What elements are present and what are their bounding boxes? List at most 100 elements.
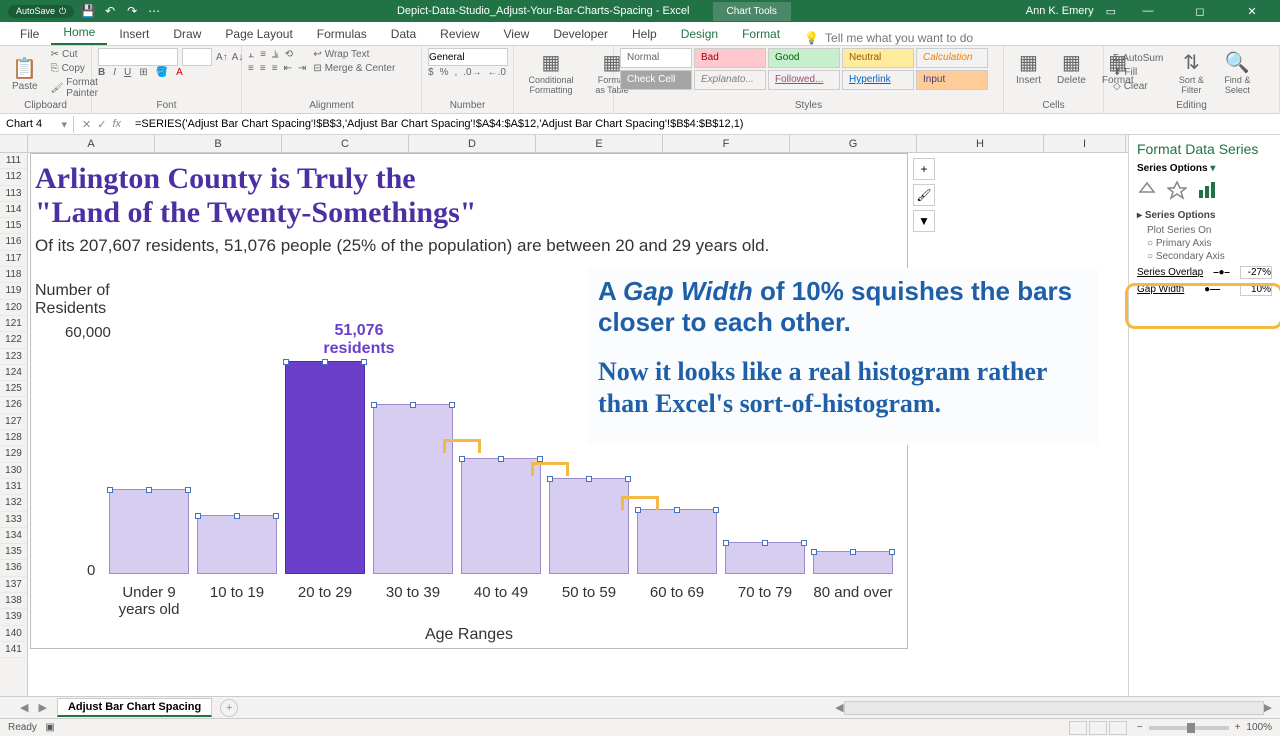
tell-me-search[interactable]: 💡 [804, 31, 1005, 45]
col-header[interactable]: G [790, 135, 917, 152]
find-select-button[interactable]: 🔍Find & Select [1216, 48, 1258, 97]
orientation-icon[interactable]: ⟲ [285, 49, 293, 60]
indent-dec-icon[interactable]: ⇤ [284, 63, 292, 74]
wrap-text-button[interactable]: ↩ Wrap Text [310, 48, 398, 61]
chart-elements-button[interactable]: + [913, 158, 935, 180]
sheet-nav-prev[interactable]: ◀ [20, 701, 28, 714]
sheet-tab-active[interactable]: Adjust Bar Chart Spacing [57, 698, 212, 717]
align-left-icon[interactable]: ≡ [248, 63, 254, 74]
row-header[interactable]: 139 [0, 609, 27, 625]
formula-input[interactable] [129, 116, 1280, 132]
row-header[interactable]: 128 [0, 430, 27, 446]
fill-color-button[interactable]: 🪣 [156, 67, 168, 78]
col-header[interactable]: I [1044, 135, 1126, 152]
bar[interactable] [373, 404, 453, 574]
tab-format[interactable]: Format [730, 23, 792, 45]
merge-button[interactable]: ⊟ Merge & Center [310, 62, 398, 75]
indent-inc-icon[interactable]: ⇥ [298, 63, 306, 74]
zoom-out-button[interactable]: − [1137, 722, 1143, 733]
normal-view-button[interactable] [1069, 721, 1087, 735]
row-header[interactable]: 114 [0, 202, 27, 218]
fill-line-icon[interactable] [1137, 180, 1157, 200]
tab-file[interactable]: File [8, 23, 51, 45]
bar[interactable] [109, 489, 189, 574]
insert-cells-button[interactable]: ▦Insert [1010, 48, 1047, 88]
align-top-icon[interactable]: ⫠ [248, 49, 254, 60]
row-header[interactable]: 119 [0, 283, 27, 299]
row-header[interactable]: 127 [0, 414, 27, 430]
ribbon-display-icon[interactable]: ▭ [1106, 5, 1116, 18]
dec-decimal-icon[interactable]: ←.0 [488, 67, 506, 78]
col-header[interactable]: F [663, 135, 790, 152]
row-header[interactable]: 129 [0, 446, 27, 462]
save-icon[interactable]: 💾 [80, 3, 96, 19]
cell-styles-gallery[interactable]: Normal Bad Good Neutral Calculation Chec… [620, 48, 995, 90]
row-header[interactable]: 124 [0, 365, 27, 381]
autosave-toggle[interactable]: AutoSave ⏻ [8, 5, 74, 18]
tab-view[interactable]: View [492, 23, 542, 45]
row-header[interactable]: 116 [0, 234, 27, 250]
tab-formulas[interactable]: Formulas [305, 23, 379, 45]
fx-icon[interactable]: fx [112, 118, 121, 131]
row-header[interactable]: 113 [0, 186, 27, 202]
paste-button[interactable]: 📋Paste [6, 54, 44, 94]
effects-icon[interactable] [1167, 180, 1187, 200]
italic-button[interactable]: I [113, 67, 116, 78]
clear-button[interactable]: ◇ Clear [1110, 80, 1166, 93]
percent-icon[interactable]: % [440, 67, 449, 78]
secondary-axis-radio[interactable]: ○ Secondary Axis [1147, 251, 1272, 262]
row-header[interactable]: 141 [0, 642, 27, 658]
bar[interactable] [461, 458, 541, 574]
delete-cells-button[interactable]: ▦Delete [1051, 48, 1092, 88]
row-header[interactable]: 133 [0, 512, 27, 528]
page-break-view-button[interactable] [1109, 721, 1127, 735]
overlap-input[interactable] [1240, 266, 1272, 279]
align-right-icon[interactable]: ≡ [272, 63, 278, 74]
tab-help[interactable]: Help [620, 23, 669, 45]
bar[interactable] [285, 361, 365, 574]
qat-icon[interactable]: ⋯ [146, 3, 162, 19]
row-header[interactable]: 121 [0, 316, 27, 332]
name-box[interactable]: Chart 4▾ [0, 116, 74, 133]
col-header[interactable]: D [409, 135, 536, 152]
bar[interactable] [549, 478, 629, 574]
row-header[interactable]: 125 [0, 381, 27, 397]
gap-width-input[interactable] [1240, 283, 1272, 296]
bar[interactable] [637, 509, 717, 574]
tab-design[interactable]: Design [669, 23, 730, 45]
row-header[interactable]: 136 [0, 560, 27, 576]
autosum-button[interactable]: Σ AutoSum [1110, 52, 1166, 65]
col-header[interactable]: H [917, 135, 1044, 152]
col-header[interactable]: B [155, 135, 282, 152]
minimize-button[interactable]: — [1128, 5, 1168, 17]
row-header[interactable]: 134 [0, 528, 27, 544]
row-header[interactable]: 137 [0, 577, 27, 593]
zoom-slider[interactable] [1149, 726, 1229, 730]
redo-icon[interactable]: ↷ [124, 3, 140, 19]
align-mid-icon[interactable]: ≡ [260, 49, 266, 60]
col-header[interactable]: C [282, 135, 409, 152]
add-sheet-button[interactable]: + [220, 699, 238, 717]
currency-icon[interactable]: $ [428, 67, 434, 78]
align-bot-icon[interactable]: ⫡ [272, 49, 279, 60]
row-header[interactable]: 120 [0, 300, 27, 316]
tab-home[interactable]: Home [51, 21, 107, 45]
row-header[interactable]: 140 [0, 626, 27, 642]
bold-button[interactable]: B [98, 67, 105, 78]
col-header[interactable]: A [28, 135, 155, 152]
font-size-select[interactable] [182, 48, 212, 66]
row-header[interactable]: 130 [0, 463, 27, 479]
select-all-corner[interactable] [0, 135, 28, 152]
sort-filter-button[interactable]: ⇅Sort & Filter [1170, 48, 1212, 97]
page-layout-view-button[interactable] [1089, 721, 1107, 735]
conditional-formatting-button[interactable]: ▦Conditional Formatting [520, 48, 582, 97]
tab-insert[interactable]: Insert [107, 23, 161, 45]
font-color-button[interactable]: A [176, 67, 183, 78]
underline-button[interactable]: U [124, 67, 131, 78]
overlap-slider[interactable]: ⎯●⎯ [1214, 267, 1230, 278]
row-header[interactable]: 118 [0, 267, 27, 283]
gap-width-slider[interactable]: ●⎯⎯ [1204, 284, 1220, 295]
primary-axis-radio[interactable]: ○ Primary Axis [1147, 238, 1272, 249]
increase-font-icon[interactable]: A↑ [216, 52, 228, 63]
bar[interactable] [197, 515, 277, 574]
